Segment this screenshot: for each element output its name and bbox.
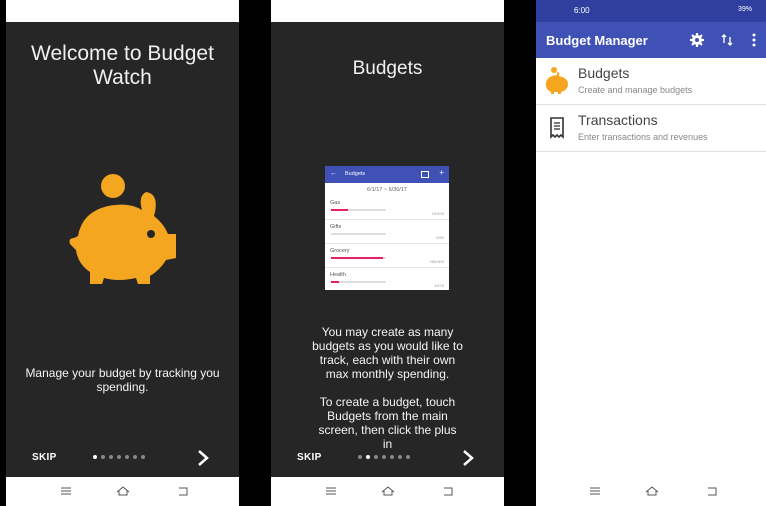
preview-date-range: 6/1/17 ~ 6/30/17 <box>367 187 407 193</box>
list-item-title: Budgets <box>578 65 630 81</box>
recents-icon[interactable] <box>324 484 338 498</box>
overflow-menu-icon[interactable] <box>746 32 762 48</box>
next-arrow-icon[interactable] <box>196 449 210 467</box>
intro-content: Budgets ← Budgets + 6/1/17 ~ 6/30/17 Gas… <box>271 22 504 477</box>
app-title: Budget Manager <box>546 33 648 48</box>
app-bar: Budget Manager <box>536 22 766 58</box>
navigation-bar <box>536 477 766 506</box>
next-arrow-icon[interactable] <box>461 449 475 467</box>
budget-name: Grocery <box>330 248 350 254</box>
budget-name: Health <box>330 272 346 278</box>
page-dot <box>358 455 362 459</box>
navigation-bar <box>6 477 239 506</box>
page-dot <box>141 455 145 459</box>
page-dot <box>374 455 378 459</box>
intro-description: You may create as many budgets as you wo… <box>312 325 463 381</box>
recents-icon[interactable] <box>588 484 602 498</box>
back-arrow-icon: ← <box>330 170 337 177</box>
home-icon[interactable] <box>645 484 659 498</box>
intro-description-2: To create a budget, touch Budgets from t… <box>318 395 457 451</box>
budget-progress <box>331 257 384 259</box>
intro-screen-welcome: Welcome to Budget Watch Manage your budg… <box>6 0 239 506</box>
budget-amount: 285/300 <box>429 259 444 264</box>
budget-amount: 10/75 <box>433 283 444 288</box>
home-icon[interactable] <box>381 484 395 498</box>
status-bar: 6:00 39% <box>536 0 766 22</box>
skip-button[interactable]: SKIP <box>297 452 322 463</box>
budget-name: Gifts <box>330 224 342 230</box>
budget-amount: 0/50 <box>436 235 444 240</box>
page-dot <box>366 455 370 459</box>
main-screen: 6:00 39% Budget Manager Budgets Create a… <box>536 0 766 506</box>
page-indicator <box>358 455 410 459</box>
preview-budget-row: Health 10/75 <box>325 268 449 291</box>
piggy-bank-icon <box>69 174 176 284</box>
back-icon[interactable] <box>176 484 190 498</box>
intro-title: Budgets <box>352 58 423 79</box>
list-item-subtitle: Enter transactions and revenues <box>578 132 708 142</box>
page-dot <box>125 455 129 459</box>
list-item-budgets[interactable]: Budgets Create and manage budgets <box>536 58 766 105</box>
back-icon[interactable] <box>705 484 719 498</box>
home-icon[interactable] <box>116 484 130 498</box>
list-item-title: Transactions <box>578 112 658 128</box>
page-dot <box>93 455 97 459</box>
import-export-icon[interactable] <box>719 32 735 48</box>
list-item-subtitle: Create and manage budgets <box>578 85 693 95</box>
calendar-icon <box>421 171 429 178</box>
status-time: 6:00 <box>574 6 590 15</box>
page-dot <box>406 455 410 459</box>
main-content: Budget Manager Budgets Create and manage… <box>536 22 766 477</box>
status-bar <box>6 0 239 22</box>
navigation-bar <box>271 477 504 506</box>
page-dot <box>390 455 394 459</box>
preview-budget-row: Gas 10/100 <box>325 196 449 220</box>
preview-title: Budgets <box>345 171 366 177</box>
page-indicator <box>93 455 145 459</box>
budget-progress <box>331 281 340 283</box>
page-dot <box>109 455 113 459</box>
page-dot <box>101 455 105 459</box>
budget-amount: 10/100 <box>431 211 444 216</box>
preview-budget-row: Grocery 285/300 <box>325 244 449 268</box>
recents-icon[interactable] <box>59 484 73 498</box>
receipt-icon <box>550 117 564 139</box>
intro-title: Welcome to Budget Watch <box>31 42 214 89</box>
skip-button[interactable]: SKIP <box>32 452 57 463</box>
page-dot <box>382 455 386 459</box>
intro-content: Welcome to Budget Watch Manage your budg… <box>6 22 239 477</box>
budget-name: Gas <box>330 200 341 206</box>
intro-screen-budgets: Budgets ← Budgets + 6/1/17 ~ 6/30/17 Gas… <box>271 0 504 506</box>
settings-gear-icon[interactable] <box>689 32 705 48</box>
preview-app-bar: ← Budgets + <box>325 166 449 183</box>
page-dot <box>398 455 402 459</box>
list-item-transactions[interactable]: Transactions Enter transactions and reve… <box>536 105 766 152</box>
intro-description: Manage your budget by tracking you spend… <box>25 366 220 394</box>
preview-budget-row: Gifts 0/50 <box>325 220 449 244</box>
add-icon: + <box>439 168 444 177</box>
budgets-preview-image: ← Budgets + 6/1/17 ~ 6/30/17 Gas 10/100 … <box>325 166 449 290</box>
piggy-bank-icon <box>545 67 568 94</box>
battery-level: 39% <box>737 6 752 13</box>
page-dot <box>117 455 121 459</box>
back-icon[interactable] <box>441 484 455 498</box>
status-bar <box>271 0 504 22</box>
budget-progress <box>331 209 348 211</box>
page-dot <box>133 455 137 459</box>
